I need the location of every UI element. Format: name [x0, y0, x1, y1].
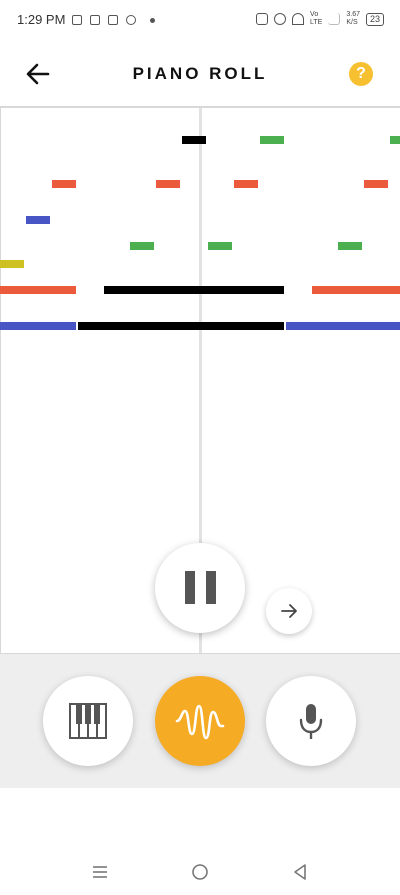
net-speed-value: 3.67 [346, 11, 360, 18]
gallery-icon [90, 15, 100, 25]
microphone-mode-button[interactable] [266, 676, 356, 766]
piano-keys-icon [69, 703, 107, 739]
note-red[interactable] [312, 286, 400, 294]
note-blue[interactable] [286, 322, 400, 330]
notification-icons [72, 12, 155, 28]
note-yellow[interactable] [0, 260, 24, 268]
sync-icon [126, 15, 136, 25]
system-nav-bar [0, 850, 400, 895]
help-button[interactable]: ? [349, 62, 373, 86]
video-call-icon [72, 15, 82, 25]
home-button[interactable] [190, 862, 210, 882]
note-green[interactable] [390, 136, 400, 144]
note-red[interactable] [0, 286, 76, 294]
wifi-icon [292, 13, 305, 25]
battery-icon: 23 [365, 12, 384, 26]
recents-button[interactable] [90, 862, 110, 882]
home-icon [192, 864, 208, 880]
note-red[interactable] [234, 180, 258, 188]
pause-icon [185, 571, 216, 604]
link-icon [108, 15, 118, 25]
note-black[interactable] [182, 136, 206, 144]
note-blue[interactable] [0, 322, 76, 330]
app-header: PIANO ROLL ? [0, 40, 400, 106]
net-speed: 3.67 K/S [346, 11, 360, 27]
status-time: 1:29 PM [17, 12, 66, 27]
status-bar: 1:29 PM Vo LTE 3.67 K/S 23 [0, 0, 400, 40]
note-green[interactable] [338, 242, 362, 250]
note-red[interactable] [364, 180, 388, 188]
back-triangle-icon [294, 864, 306, 880]
note-black[interactable] [104, 286, 284, 294]
next-button[interactable] [266, 588, 312, 634]
volte-bottom: LTE [310, 19, 323, 26]
note-blue[interactable] [26, 216, 50, 224]
page-title: PIANO ROLL [132, 64, 268, 83]
volte-label: Vo LTE [310, 11, 322, 27]
status-right: Vo LTE 3.67 K/S 23 [256, 11, 384, 27]
arrow-right-icon [281, 604, 297, 618]
alarm-icon [274, 13, 287, 25]
tool-bar [0, 654, 400, 788]
microphone-icon [299, 704, 323, 739]
pause-button[interactable] [155, 543, 245, 633]
note-green[interactable] [130, 242, 154, 250]
vibrate-icon [256, 13, 269, 25]
piano-mode-button[interactable] [43, 676, 133, 766]
note-red[interactable] [156, 180, 180, 188]
menu-icon [93, 866, 107, 878]
volte-top: Vo [310, 11, 319, 18]
note-green[interactable] [208, 242, 232, 250]
waveform-mode-button[interactable] [155, 676, 245, 766]
note-red[interactable] [52, 180, 76, 188]
signal-icon [328, 13, 341, 25]
note-black[interactable] [78, 322, 284, 330]
system-back-button[interactable] [290, 862, 310, 882]
waveform-icon [175, 704, 225, 740]
more-notifications-icon [150, 17, 155, 23]
roll-left-border [0, 108, 1, 653]
note-green[interactable] [260, 136, 284, 144]
net-speed-unit: K/S [346, 19, 358, 26]
